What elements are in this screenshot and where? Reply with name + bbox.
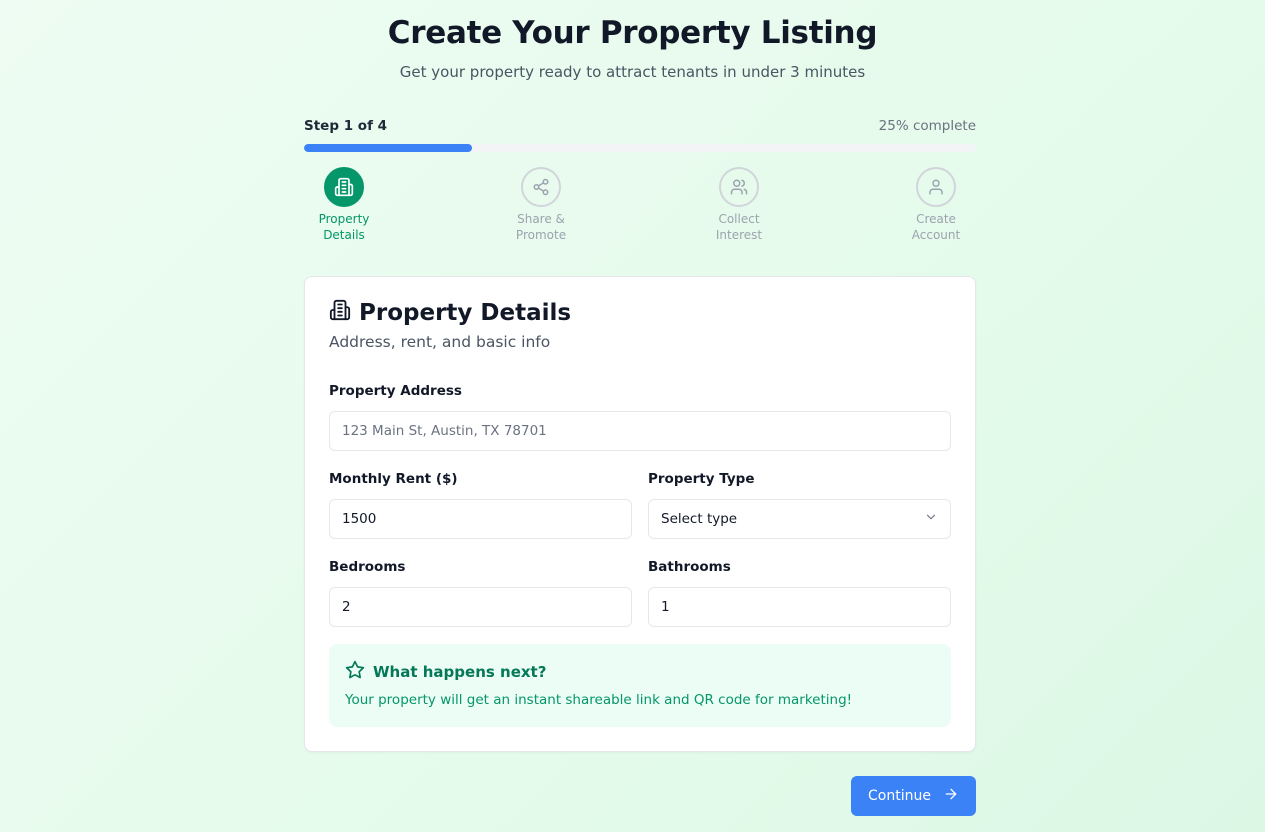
bathrooms-input[interactable]	[648, 587, 951, 627]
step-label: Property	[318, 212, 370, 226]
progress-header: Step 1 of 4 25% complete	[304, 118, 976, 134]
address-input[interactable]	[329, 411, 951, 451]
star-icon	[345, 660, 365, 684]
step-property-details[interactable]: Property Details	[299, 167, 389, 243]
step-label: Share &	[517, 212, 565, 226]
step-collect-interest[interactable]: Collect Interest	[694, 167, 784, 243]
info-text: Your property will get an instant sharea…	[345, 692, 853, 708]
arrow-right-icon	[943, 786, 959, 806]
building-icon	[329, 299, 351, 327]
continue-button[interactable]: Continue	[851, 776, 976, 816]
card-title: Property Details	[359, 300, 572, 326]
chevron-down-icon	[924, 510, 938, 528]
step-label: Account	[911, 228, 961, 242]
progress-fill	[304, 144, 472, 152]
property-type-label: Property Type	[648, 471, 755, 487]
card-subtitle: Address, rent, and basic info	[329, 333, 551, 351]
property-type-value: Select type	[661, 511, 738, 527]
step-label: Create	[916, 212, 956, 226]
share-icon	[521, 167, 561, 207]
property-type-select[interactable]: Select type	[648, 499, 951, 539]
stepper: Property Details Share & Promote Collect…	[304, 167, 976, 247]
step-label: Interest	[715, 228, 763, 242]
bathrooms-label: Bathrooms	[648, 559, 731, 575]
building-icon	[324, 167, 364, 207]
property-details-card: Property Details Address, rent, and basi…	[304, 276, 976, 752]
step-label: Promote	[515, 228, 567, 242]
bedrooms-label: Bedrooms	[329, 559, 406, 575]
page-title: Create Your Property Listing	[387, 15, 878, 51]
percent-complete: 25% complete	[878, 118, 976, 134]
step-create-account[interactable]: Create Account	[891, 167, 981, 243]
page-subtitle: Get your property ready to attract tenan…	[399, 63, 866, 81]
users-icon	[719, 167, 759, 207]
continue-label: Continue	[868, 788, 931, 804]
address-label: Property Address	[329, 383, 462, 399]
progress-bar	[304, 144, 976, 152]
user-icon	[916, 167, 956, 207]
step-label: Details	[323, 228, 365, 242]
step-label: Collect	[718, 212, 760, 226]
step-share-promote[interactable]: Share & Promote	[496, 167, 586, 243]
info-box: What happens next? Your property will ge…	[329, 644, 951, 727]
step-counter: Step 1 of 4	[304, 118, 388, 134]
info-title: What happens next?	[373, 663, 547, 681]
bedrooms-input[interactable]	[329, 587, 632, 627]
rent-input[interactable]	[329, 499, 632, 539]
rent-label: Monthly Rent ($)	[329, 471, 458, 487]
